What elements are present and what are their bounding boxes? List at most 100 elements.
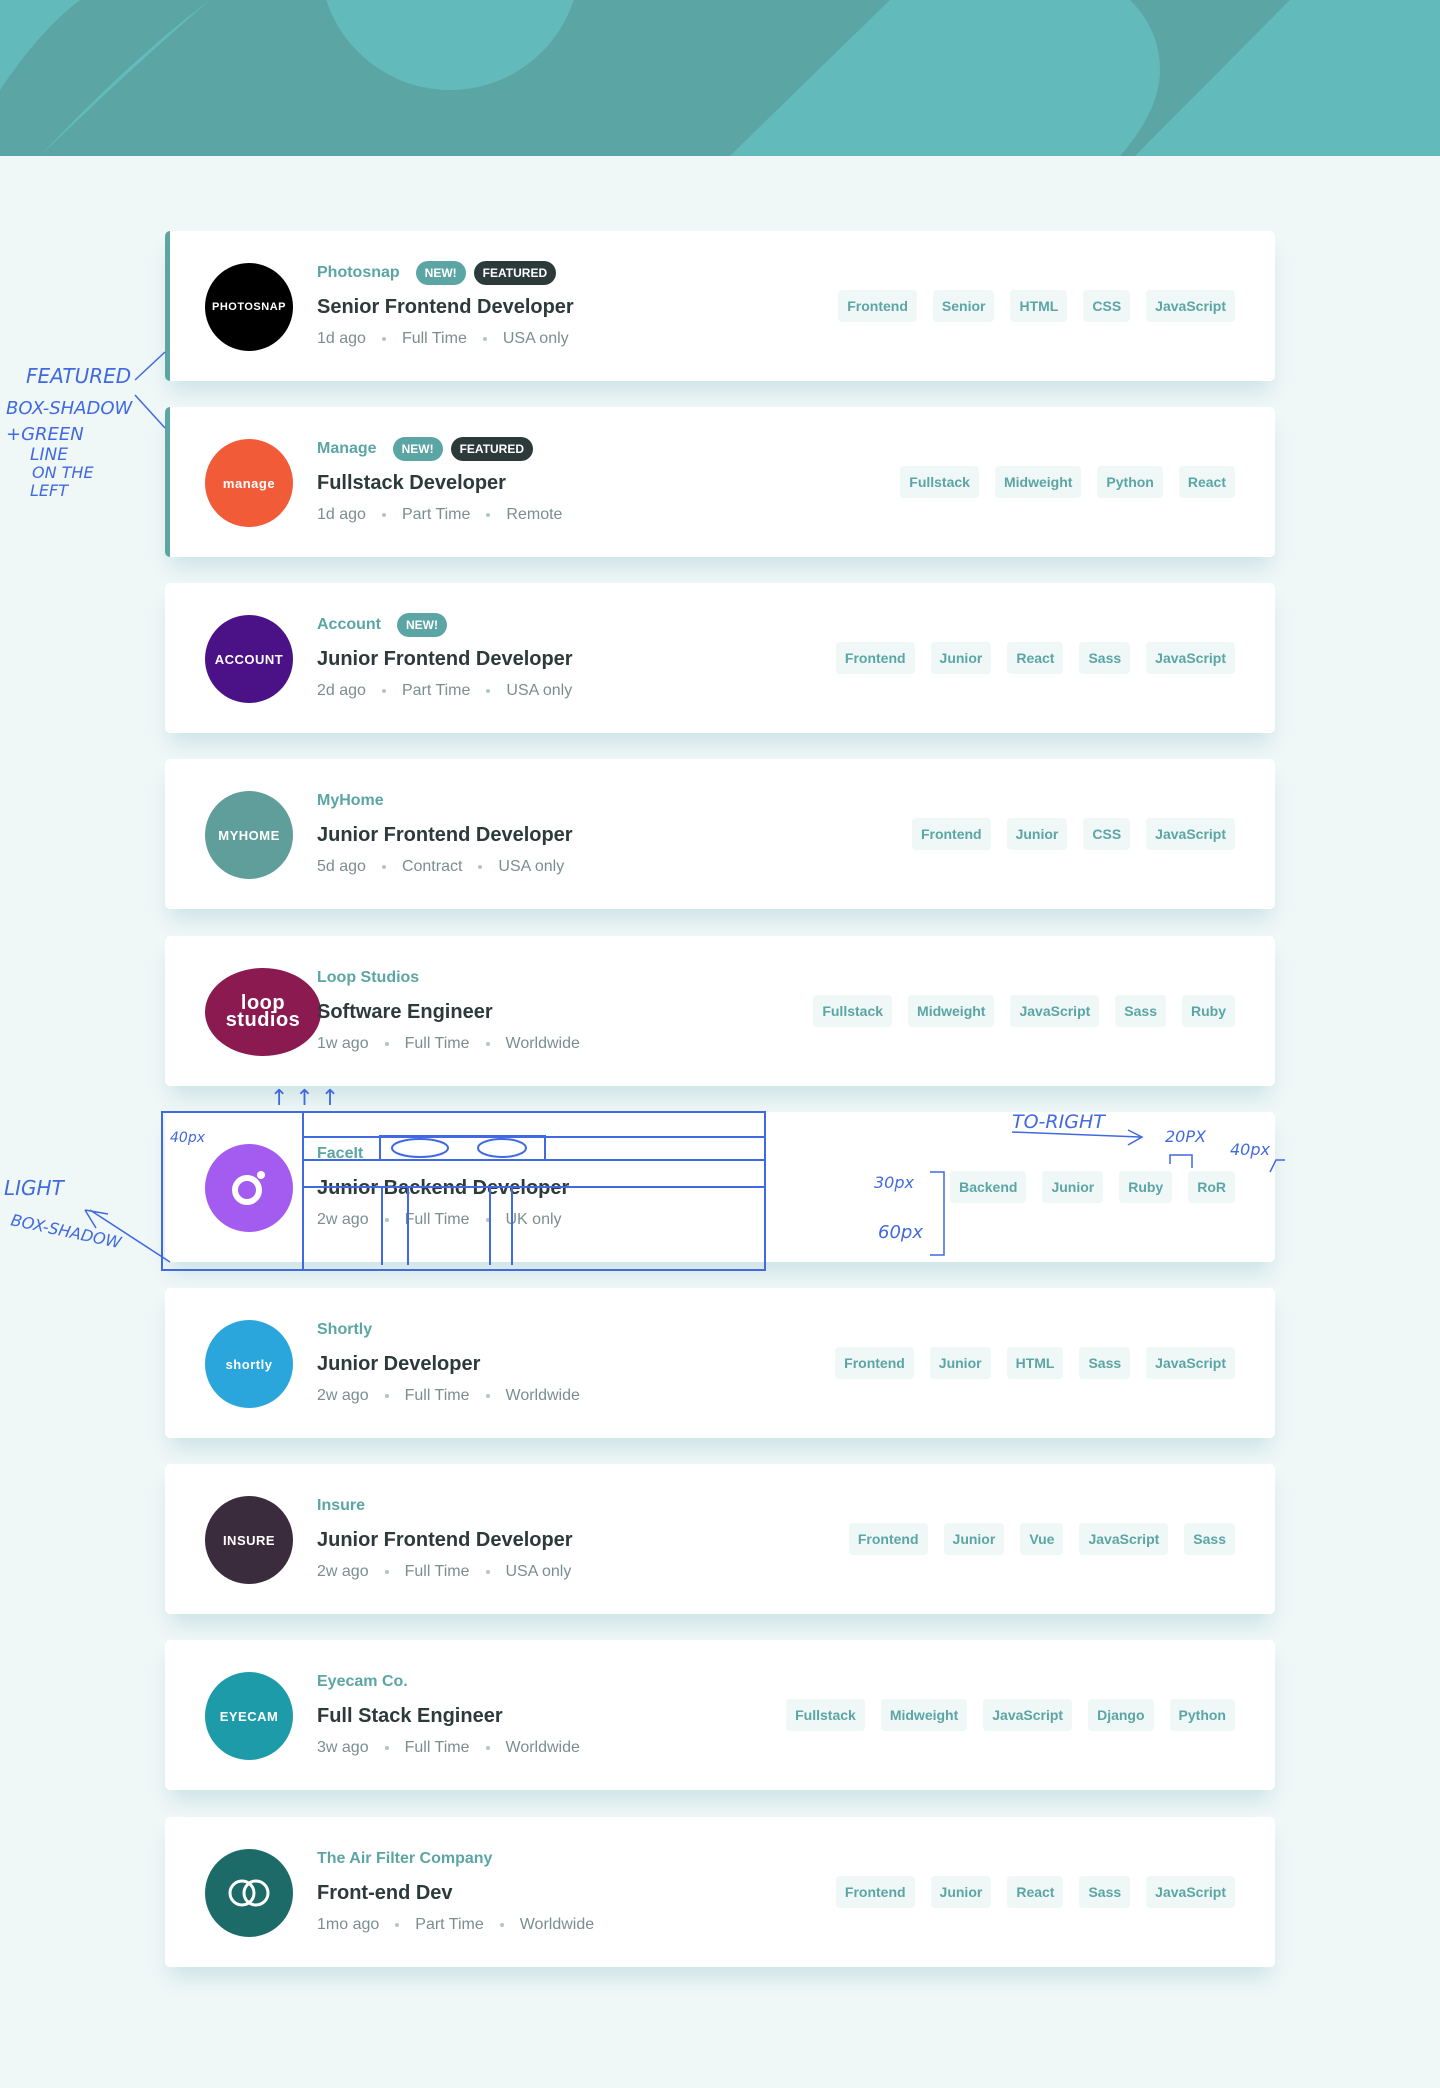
filter-tag[interactable]: CSS	[1083, 818, 1131, 850]
filter-tag[interactable]: Frontend	[911, 818, 991, 850]
filter-tag[interactable]: Senior	[932, 290, 995, 322]
filter-tag[interactable]: Backend	[950, 1171, 1027, 1203]
job-card[interactable]: The Air Filter Company Front-end Dev 1mo a…	[165, 1817, 1275, 1967]
filter-tag[interactable]: Ruby	[1119, 1171, 1173, 1203]
filter-tag[interactable]: Ruby	[1182, 995, 1235, 1027]
job-meta: 2w ago Full Time UK only	[317, 1208, 837, 1232]
filter-tag[interactable]: JavaScript	[1079, 1523, 1169, 1555]
filter-tag[interactable]: JavaScript	[1146, 1347, 1235, 1379]
meta-location: Worldwide	[505, 1739, 580, 1756]
filter-tag[interactable]: React	[1007, 1876, 1064, 1908]
filter-tag[interactable]: Frontend	[835, 1347, 914, 1379]
separator-dot	[395, 1923, 400, 1927]
filter-tag[interactable]: Midweight	[994, 466, 1082, 498]
separator-dot	[486, 689, 491, 693]
job-title[interactable]: Fullstack Developer	[317, 469, 837, 497]
filter-tag[interactable]: Midweight	[908, 995, 995, 1027]
separator-dot	[485, 1042, 490, 1046]
filter-tag[interactable]: Junior	[1042, 1171, 1104, 1203]
filter-tag[interactable]: CSS	[1083, 290, 1131, 322]
filter-tag[interactable]: Junior	[943, 1523, 1005, 1555]
job-card[interactable]: INSURE Insure Junior Frontend Developer 2w …	[165, 1464, 1275, 1614]
filter-tag[interactable]: JavaScript	[1146, 642, 1235, 674]
filter-tag[interactable]: Junior	[930, 1876, 992, 1908]
filter-tag[interactable]: Vue	[1020, 1523, 1064, 1555]
filter-tag[interactable]: React	[1007, 642, 1064, 674]
company-name: The Air Filter Company	[317, 1850, 493, 1867]
filter-tag[interactable]: Fullstack	[900, 466, 979, 498]
job-title[interactable]: Junior Frontend Developer	[317, 645, 837, 673]
job-card[interactable]: manage Manage NEW! FEATURED Fullstack Develo…	[165, 407, 1275, 557]
job-title[interactable]: Senior Frontend Developer	[317, 293, 837, 321]
job-card[interactable]: ACCOUNT Account NEW! Junior Frontend Develo…	[165, 583, 1275, 733]
job-meta: 1mo ago Part Time Worldwide	[317, 1913, 837, 1937]
filter-tag[interactable]: Junior	[930, 642, 992, 674]
filter-tag[interactable]: Django	[1088, 1699, 1154, 1731]
filter-tag[interactable]: Sass	[1115, 995, 1166, 1027]
job-title[interactable]: Junior Frontend Developer	[317, 821, 837, 849]
filter-tag[interactable]: Python	[1097, 466, 1163, 498]
filter-tag[interactable]: Junior	[929, 1347, 991, 1379]
filter-tags: Frontend Junior React Sass JavaScript	[835, 642, 1235, 674]
job-title[interactable]: Full Stack Engineer	[317, 1702, 837, 1730]
filter-tag[interactable]: Sass	[1079, 1347, 1131, 1379]
filter-tag[interactable]: RoR	[1188, 1171, 1235, 1203]
job-info: Loop Studios Software Engineer 1w ago Full …	[317, 966, 837, 1056]
filter-tag[interactable]: Sass	[1079, 1876, 1131, 1908]
job-title[interactable]: Junior Backend Developer	[317, 1174, 837, 1202]
filter-tag[interactable]: JavaScript	[1146, 818, 1235, 850]
job-card[interactable]: FaceIt Junior Backend Developer 2w ago Full…	[165, 1112, 1275, 1262]
meta-location: Worldwide	[519, 1916, 595, 1933]
company-row: MyHome	[317, 789, 837, 813]
filter-tag[interactable]: JavaScript	[1146, 1876, 1235, 1908]
filter-tag[interactable]: Frontend	[848, 1523, 928, 1555]
company-logo: EYECAM	[205, 1672, 293, 1760]
job-title[interactable]: Software Engineer	[317, 998, 837, 1026]
company-logo: ACCOUNT	[205, 615, 293, 703]
meta-posted: 1d ago	[317, 506, 366, 523]
filter-tag[interactable]: JavaScript	[983, 1699, 1073, 1731]
filter-tag[interactable]: Midweight	[880, 1699, 968, 1731]
company-name: Account	[317, 616, 381, 633]
job-card[interactable]: loop studios Loop Studios Software Enginee…	[165, 936, 1275, 1086]
company-row: Manage NEW! FEATURED	[317, 437, 837, 461]
job-title[interactable]: Junior Frontend Developer	[317, 1526, 837, 1554]
filter-tags: Fullstack Midweight JavaScript Sass Ruby	[813, 995, 1235, 1027]
filter-tag[interactable]: Python	[1169, 1699, 1235, 1731]
filter-tag[interactable]: Fullstack	[786, 1699, 865, 1731]
meta-location: USA only	[502, 330, 569, 347]
filter-tags: Frontend Junior Vue JavaScript Sass	[848, 1523, 1235, 1555]
filter-tag[interactable]: Fullstack	[813, 995, 893, 1027]
job-card[interactable]: EYECAM Eyecam Co. Full Stack Engineer 3w ag…	[165, 1640, 1275, 1790]
filter-tags: Fullstack Midweight Python React	[900, 466, 1235, 498]
job-card[interactable]: shortly Shortly Junior Developer 2w ago Full…	[165, 1288, 1275, 1438]
filter-tag[interactable]: HTML	[1010, 290, 1068, 322]
filter-tag[interactable]: Frontend	[838, 290, 917, 322]
company-name: Insure	[317, 1497, 366, 1514]
filter-tag[interactable]: Junior	[1006, 818, 1068, 850]
job-title[interactable]: Junior Developer	[317, 1350, 837, 1378]
company-logo: loop studios	[205, 968, 321, 1056]
company-row: Loop Studios	[317, 966, 837, 990]
meta-contract: Full Time	[404, 1739, 470, 1756]
separator-dot	[384, 1394, 389, 1398]
meta-posted: 2d ago	[317, 682, 366, 699]
filter-tag[interactable]: HTML	[1006, 1347, 1064, 1379]
filter-tag[interactable]: Sass	[1079, 642, 1131, 674]
job-meta: 2w ago Full Time USA only	[317, 1560, 837, 1584]
job-card[interactable]: MYHOME MyHome Junior Frontend Developer 5d …	[165, 759, 1275, 909]
job-title[interactable]: Front-end Dev	[317, 1879, 837, 1907]
filter-tag[interactable]: React	[1178, 466, 1235, 498]
company-logo	[205, 1144, 293, 1232]
company-row: The Air Filter Company	[317, 1847, 837, 1871]
filter-tag[interactable]: JavaScript	[1010, 995, 1100, 1027]
job-card[interactable]: PHOTOSNAP Photosnap NEW! FEATURED Senior Fro…	[165, 231, 1275, 381]
new-badge: NEW!	[415, 261, 466, 285]
filter-tag[interactable]: Frontend	[835, 1876, 915, 1908]
meta-location: Worldwide	[505, 1035, 580, 1052]
filter-tag[interactable]: Sass	[1184, 1523, 1235, 1555]
filter-tag[interactable]: Frontend	[835, 642, 915, 674]
company-name: MyHome	[317, 792, 384, 809]
filter-tag[interactable]: JavaScript	[1146, 290, 1235, 322]
job-meta: 1w ago Full Time Worldwide	[317, 1032, 837, 1056]
